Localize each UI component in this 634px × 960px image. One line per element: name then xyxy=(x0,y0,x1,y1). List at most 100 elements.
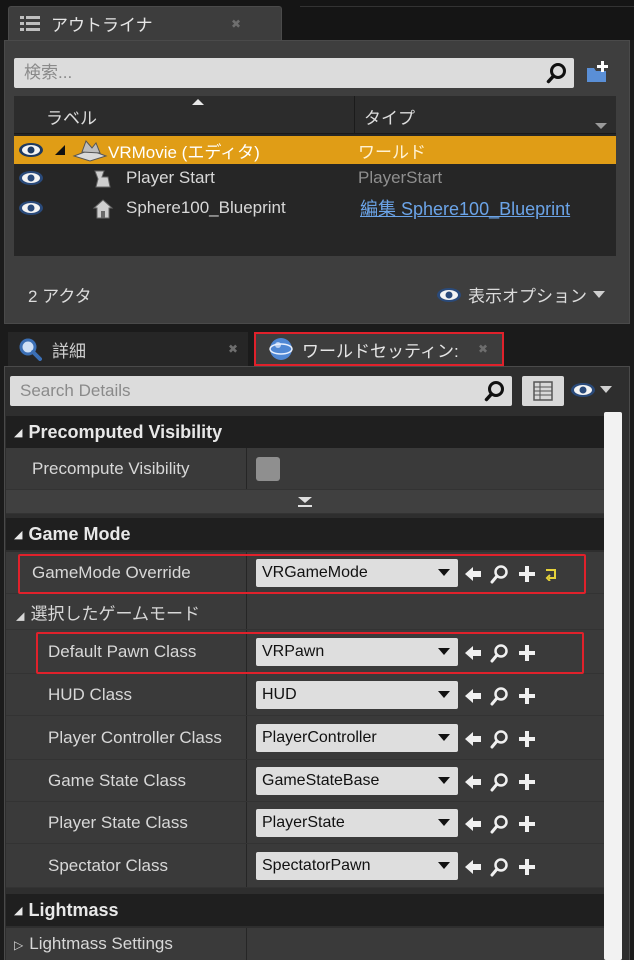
blueprint-actor-icon xyxy=(92,199,114,219)
category-title: Game Mode xyxy=(28,523,131,544)
row-name: Player Start xyxy=(126,168,215,187)
property-actions xyxy=(464,814,536,834)
list-icon xyxy=(20,15,40,31)
dropdown-arrow-icon xyxy=(438,777,450,784)
category-title: Precomputed Visibility xyxy=(28,421,223,442)
property-label: Spectator Class xyxy=(48,855,168,875)
category-title: Lightmass xyxy=(28,899,119,920)
dropdown-arrow-icon xyxy=(438,691,450,698)
add-new-icon[interactable] xyxy=(518,773,536,791)
hud-class-combo[interactable]: HUD xyxy=(256,681,458,709)
visibility-eye-icon[interactable] xyxy=(18,142,44,158)
details-search-input[interactable] xyxy=(10,376,512,406)
combo-value: HUD xyxy=(262,686,297,703)
visibility-eye-icon[interactable] xyxy=(18,170,44,186)
outliner-row-player-start[interactable]: Player Start PlayerStart xyxy=(14,164,616,192)
chevron-down-icon[interactable] xyxy=(594,122,608,130)
combo-value: SpectatorPawn xyxy=(262,857,371,874)
property-lightmass-settings[interactable]: ▷ Lightmass Settings xyxy=(6,928,604,960)
eye-icon xyxy=(437,287,461,302)
category-lightmass[interactable]: ◢ Lightmass xyxy=(6,894,604,926)
eye-icon xyxy=(571,383,595,397)
combo-value: PlayerState xyxy=(262,814,345,831)
use-selected-arrow-icon[interactable] xyxy=(464,773,482,791)
close-icon[interactable]: ✖ xyxy=(228,342,238,356)
column-label[interactable]: ラベル xyxy=(46,104,97,129)
add-folder-icon[interactable] xyxy=(584,60,612,86)
magnifier-icon xyxy=(19,338,42,361)
details-view-options[interactable] xyxy=(570,382,612,398)
property-label: HUD Class xyxy=(48,684,133,704)
highlight-gamemode-override xyxy=(18,554,586,594)
grid-icon xyxy=(533,381,553,401)
add-new-icon[interactable] xyxy=(518,730,536,748)
row-type: PlayerStart xyxy=(358,168,443,187)
dropdown-arrow-icon xyxy=(438,734,450,741)
use-selected-arrow-icon[interactable] xyxy=(464,815,482,833)
browse-search-icon[interactable] xyxy=(490,857,510,877)
category-precomputed-visibility[interactable]: ◢ Precomputed Visibility xyxy=(6,416,604,448)
close-icon[interactable]: ✖ xyxy=(478,342,488,356)
browse-search-icon[interactable] xyxy=(490,729,510,749)
selected-game-mode-group[interactable]: ◢ 選択したゲームモード xyxy=(6,594,604,630)
add-new-icon[interactable] xyxy=(518,858,536,876)
player-controller-class-combo[interactable]: PlayerController xyxy=(256,724,458,752)
actor-count: 2 アクタ xyxy=(28,287,92,306)
browse-search-icon[interactable] xyxy=(490,686,510,706)
game-state-class-combo[interactable]: GameStateBase xyxy=(256,767,458,795)
property-label: Player Controller Class xyxy=(48,727,222,747)
world-icon xyxy=(72,140,108,162)
tab-outliner-label: アウトライナ xyxy=(51,16,153,35)
use-selected-arrow-icon[interactable] xyxy=(464,858,482,876)
collapse-triangle-icon: ◢ xyxy=(14,904,23,917)
details-search xyxy=(10,376,512,406)
add-new-icon[interactable] xyxy=(518,815,536,833)
combo-value: PlayerController xyxy=(262,729,377,746)
outliner-column-header: ラベル タイプ xyxy=(14,96,616,134)
property-actions xyxy=(464,772,536,792)
outliner-search xyxy=(14,58,574,88)
view-options-label: 表示オプション xyxy=(468,287,587,306)
view-options-button[interactable]: 表示オプション xyxy=(436,282,605,307)
combo-value: GameStateBase xyxy=(262,772,380,789)
search-icon[interactable] xyxy=(484,380,506,402)
property-label: Precompute Visibility xyxy=(32,458,190,478)
use-selected-arrow-icon[interactable] xyxy=(464,730,482,748)
tab-world-settings-label: ワールドセッティン: xyxy=(302,341,459,361)
outliner-row-vrmovie[interactable]: VRMovie (エディタ) ワールド xyxy=(14,136,616,164)
property-actions xyxy=(464,857,536,877)
expand-arrow-icon[interactable] xyxy=(54,145,66,155)
search-icon[interactable] xyxy=(546,62,568,84)
globe-icon xyxy=(269,338,293,360)
tab-outliner[interactable]: アウトライナ ✖ xyxy=(8,6,282,40)
group-label: ◢ 選択したゲームモード xyxy=(16,604,200,623)
property-matrix-button[interactable] xyxy=(522,376,564,406)
collapse-triangle-icon: ◢ xyxy=(14,528,23,541)
property-label: ▷ Lightmass Settings xyxy=(14,934,173,953)
outliner-search-input[interactable] xyxy=(14,58,574,88)
property-label: Game State Class xyxy=(48,770,186,790)
property-actions xyxy=(464,686,536,706)
highlight-default-pawn-class xyxy=(36,632,584,674)
precompute-visibility-checkbox[interactable] xyxy=(256,457,280,481)
tab-world-settings[interactable]: ワールドセッティン: ✖ xyxy=(254,332,504,366)
property-player-controller-class: Player Controller Class PlayerController xyxy=(6,716,604,760)
browse-search-icon[interactable] xyxy=(490,814,510,834)
details-scrollbar[interactable] xyxy=(604,412,622,960)
spectator-class-combo[interactable]: SpectatorPawn xyxy=(256,852,458,880)
category-game-mode[interactable]: ◢ Game Mode xyxy=(6,518,604,550)
visibility-eye-icon[interactable] xyxy=(18,200,44,216)
chevron-down-icon xyxy=(600,386,612,393)
browse-search-icon[interactable] xyxy=(490,772,510,792)
edit-blueprint-link[interactable]: 編集 Sphere100_Blueprint xyxy=(360,195,570,221)
column-type[interactable]: タイプ xyxy=(364,104,415,129)
player-state-class-combo[interactable]: PlayerState xyxy=(256,809,458,837)
close-icon[interactable]: ✖ xyxy=(231,17,241,31)
row-name: VRMovie (エディタ) xyxy=(108,142,260,162)
outliner-row-sphere-blueprint[interactable]: Sphere100_Blueprint 編集 Sphere100_Bluepri… xyxy=(14,194,616,222)
expand-advanced-icon xyxy=(298,497,312,507)
advanced-expander[interactable] xyxy=(6,490,604,514)
add-new-icon[interactable] xyxy=(518,687,536,705)
use-selected-arrow-icon[interactable] xyxy=(464,687,482,705)
tab-details[interactable]: 詳細 ✖ xyxy=(8,332,248,366)
